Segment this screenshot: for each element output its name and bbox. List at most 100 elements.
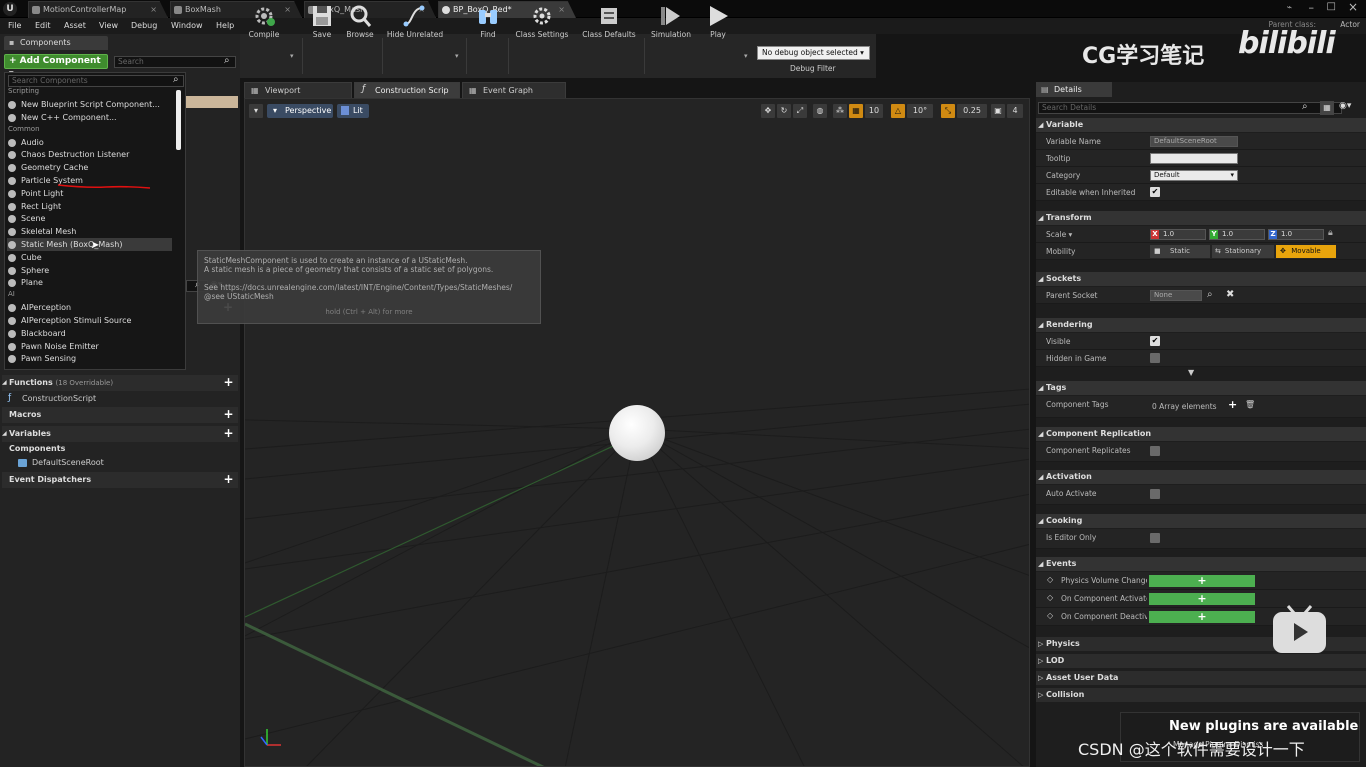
components-tab[interactable]: ▪ Components — [4, 36, 108, 50]
search-icon[interactable]: ⌕ — [1207, 289, 1213, 300]
dropdown-item[interactable]: Cube — [7, 251, 172, 264]
play-button[interactable]: Play — [698, 2, 738, 42]
rotate-tool-icon[interactable]: ↻ — [777, 104, 791, 118]
transform-category[interactable]: ◢ Transform — [1036, 211, 1366, 225]
collision-category[interactable]: ▷ Collision — [1036, 688, 1366, 702]
function-constructionscript[interactable]: ƒ ConstructionScript — [8, 393, 96, 403]
simulation-button[interactable]: Simulation — [646, 2, 696, 42]
dropdown-item[interactable]: Pawn Noise Emitter — [7, 340, 172, 353]
browse-button[interactable]: Browse — [338, 2, 382, 42]
menu-edit[interactable]: Edit — [35, 18, 51, 34]
menu-window[interactable]: Window — [171, 18, 203, 34]
find-button[interactable]: Find — [466, 2, 510, 42]
dropdown-item[interactable]: Static Mesh (BoxQ_Mash) — [7, 238, 172, 251]
component-selection-bar[interactable] — [186, 96, 238, 108]
dropdown-item[interactable]: Pawn Sensing — [7, 352, 172, 365]
tab-event-graph[interactable]: ▦ Event Graph — [462, 82, 566, 98]
tooltip-field[interactable] — [1150, 153, 1238, 164]
rendering-category[interactable]: ◢ Rendering — [1036, 318, 1366, 332]
advanced-expand-arrow-icon[interactable]: ▼ — [1188, 368, 1194, 377]
hide-unrelated-button[interactable]: Hide Unrelated — [382, 2, 448, 42]
class-settings-button[interactable]: Class Settings — [510, 2, 574, 42]
functions-header[interactable]: ◢ Functions (18 Overridable) + — [2, 375, 238, 391]
visible-checkbox[interactable]: ✔ — [1150, 336, 1160, 346]
menu-file[interactable]: File — [8, 18, 21, 34]
dropdown-item[interactable]: Audio — [7, 136, 172, 149]
viewport-canvas[interactable]: ▾ ▾ Perspective Lit ✥ ↻ ⤢ ◍ ⁂ ▦ 10 △ 10° … — [244, 98, 1030, 767]
event-dispatchers-header[interactable]: Event Dispatchers + — [2, 472, 238, 488]
dropdown-item[interactable]: Skeletal Mesh — [7, 225, 172, 238]
menu-debug[interactable]: Debug — [131, 18, 157, 34]
add-component-deactivated-event-button[interactable]: + — [1149, 611, 1255, 623]
scale-y-field[interactable]: Y 1.0 — [1209, 229, 1265, 240]
editable-inherited-checkbox[interactable]: ✔ — [1150, 187, 1160, 197]
close-tab-icon[interactable]: × — [150, 2, 157, 18]
add-physics-volume-event-button[interactable]: + — [1149, 575, 1255, 587]
dropdown-scrollbar[interactable] — [176, 90, 181, 150]
clear-x-icon[interactable]: ✖ — [1226, 289, 1234, 300]
rotation-snap-icon[interactable]: △ — [891, 104, 905, 118]
dropdown-item[interactable]: AIPerception Stimuli Source — [7, 314, 172, 327]
scale-snap-value[interactable]: 0.25 — [957, 104, 987, 118]
scale-z-field[interactable]: Z 1.0 — [1268, 229, 1324, 240]
scale-snap-icon[interactable]: ⤡ — [941, 104, 955, 118]
lock-icon[interactable]: 🔒︎ — [1328, 228, 1333, 238]
close-window-icon[interactable]: × — [1348, 0, 1358, 14]
camera-speed-icon[interactable]: ▣ — [991, 104, 1005, 118]
trash-icon[interactable]: 🗑︎ — [1245, 400, 1255, 409]
debug-object-select[interactable]: No debug object selected ▾ — [757, 46, 870, 60]
menu-help[interactable]: Help — [216, 18, 234, 34]
compile-button[interactable]: Compile — [240, 2, 288, 42]
dropdown-item[interactable]: Rect Light — [7, 200, 172, 213]
component-replicates-checkbox[interactable] — [1150, 446, 1160, 456]
dropdown-item[interactable]: Sphere — [7, 264, 172, 277]
add-macro-icon[interactable]: + — [223, 408, 234, 420]
auto-activate-checkbox[interactable] — [1150, 489, 1160, 499]
is-editor-only-checkbox[interactable] — [1150, 533, 1160, 543]
translate-tool-icon[interactable]: ✥ — [761, 104, 775, 118]
add-element-icon[interactable]: + — [1228, 398, 1237, 411]
details-search-input[interactable]: Search Details — [1038, 102, 1342, 114]
viewport-options-button[interactable]: ▾ — [249, 104, 263, 118]
mobility-movable[interactable]: ✥ Movable — [1276, 245, 1336, 258]
dropdown-item[interactable]: Geometry Cache — [7, 161, 172, 174]
variable-defaultsceneroot[interactable]: DefaultSceneRoot — [18, 458, 104, 467]
minimize-icon[interactable]: – — [1309, 1, 1315, 14]
class-defaults-button[interactable]: Class Defaults — [576, 2, 642, 42]
scale-x-field[interactable]: X 1.0 — [1150, 229, 1206, 240]
dropdown-item[interactable]: AIPerception — [7, 301, 172, 314]
dropdown-item[interactable]: Chaos Destruction Listener — [7, 148, 172, 161]
search-components-input[interactable]: Search Components — [8, 75, 184, 87]
collapse-arrow-icon[interactable]: ◢ — [2, 375, 7, 391]
parent-socket-field[interactable]: None — [1150, 290, 1202, 301]
collapse-arrow-icon[interactable]: ◢ — [2, 426, 7, 442]
grid-snap-value[interactable]: 10 — [865, 104, 883, 118]
property-matrix-icon[interactable]: ▦ — [1320, 101, 1334, 115]
add-event-dispatcher-icon[interactable]: + — [223, 473, 234, 485]
menu-view[interactable]: View — [99, 18, 118, 34]
rotation-snap-value[interactable]: 10° — [907, 104, 933, 118]
dropdown-item[interactable]: New Blueprint Script Component... — [7, 98, 172, 111]
surface-snap-icon[interactable]: ⁂ — [833, 104, 847, 118]
add-function-icon[interactable]: + — [223, 376, 234, 388]
variable-name-field[interactable]: DefaultSceneRoot — [1150, 136, 1238, 147]
hidden-in-game-checkbox[interactable] — [1150, 353, 1160, 363]
parent-class-value[interactable]: Actor — [1340, 20, 1360, 29]
hide-unrelated-options-arrow-icon[interactable]: ▾ — [455, 52, 459, 60]
add-component-activated-event-button[interactable]: + — [1149, 593, 1255, 605]
dropdown-item[interactable]: Blackboard — [7, 327, 172, 340]
mobility-static[interactable]: ■ Static — [1150, 245, 1210, 258]
macros-header[interactable]: Macros + — [2, 407, 238, 423]
world-local-icon[interactable]: ◍ — [813, 104, 827, 118]
dropdown-item[interactable]: New C++ Component... — [7, 111, 172, 124]
dropdown-item[interactable]: Scene — [7, 212, 172, 225]
menu-asset[interactable]: Asset — [64, 18, 86, 34]
add-variable-icon[interactable]: + — [223, 427, 234, 439]
sockets-category[interactable]: ◢ Sockets — [1036, 272, 1366, 286]
lod-category[interactable]: ▷ LOD — [1036, 654, 1366, 668]
camera-speed-value[interactable]: 4 — [1007, 104, 1023, 118]
category-select[interactable]: Default ▾ — [1150, 170, 1238, 181]
scale-tool-icon[interactable]: ⤢ — [793, 104, 807, 118]
details-tab[interactable]: ▤ Details — [1036, 82, 1112, 97]
events-category[interactable]: ◢ Events — [1036, 557, 1366, 571]
